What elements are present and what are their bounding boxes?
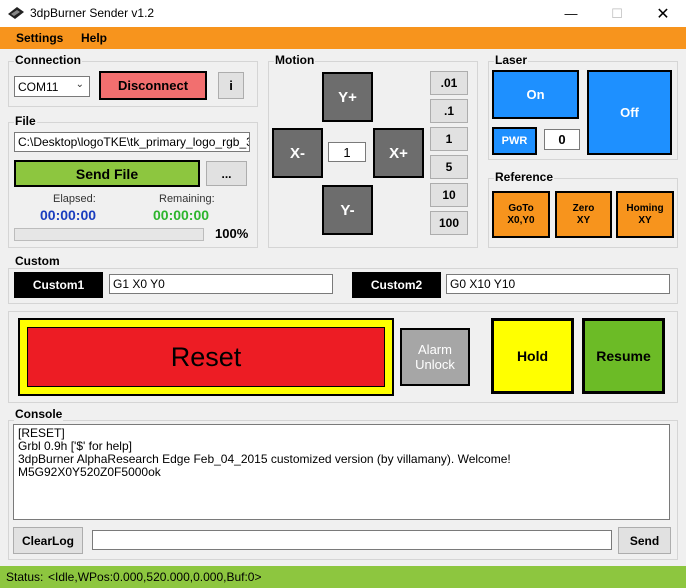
port-value: COM11 — [18, 80, 59, 94]
window-title: 3dpBurner Sender v1.2 — [30, 6, 155, 20]
laser-label: Laser — [494, 53, 529, 67]
elapsed-value: 00:00:00 — [40, 207, 97, 223]
progress-bar — [14, 228, 204, 241]
file-label: File — [14, 114, 37, 128]
send-file-button[interactable]: Send File — [14, 160, 200, 187]
homing-line1: Homing — [626, 202, 664, 214]
laser-on-button[interactable]: On — [492, 70, 579, 119]
send-file-label: Send File — [75, 165, 139, 182]
port-select[interactable]: COM11 ⌄ — [14, 76, 90, 97]
disconnect-label: Disconnect — [117, 78, 189, 93]
hold-label: Hold — [516, 348, 549, 364]
homing-xy-button[interactable]: Homing XY — [616, 191, 674, 238]
menu-help[interactable]: Help — [81, 31, 107, 45]
app-icon — [8, 7, 24, 19]
info-label: i — [229, 78, 233, 93]
console-line: M5G92X0Y520Z0F5000ok — [18, 465, 161, 479]
chevron-down-icon: ⌄ — [75, 79, 84, 90]
hold-button[interactable]: Hold — [491, 318, 574, 394]
laser-off-button[interactable]: Off — [587, 70, 672, 155]
step-label: 1 — [445, 132, 453, 146]
clear-log-button[interactable]: ClearLog — [13, 527, 83, 554]
reference-label: Reference — [494, 170, 555, 184]
browse-label: ... — [221, 166, 232, 181]
step-button-01[interactable]: .1 — [430, 99, 468, 123]
zero-line2: XY — [576, 214, 591, 226]
menu-settings[interactable]: Settings — [16, 31, 63, 45]
resume-label: Resume — [596, 348, 651, 364]
custom1-command-field[interactable]: G1 X0 Y0 — [109, 274, 333, 294]
step-button-5[interactable]: 5 — [430, 155, 468, 179]
connection-label: Connection — [14, 53, 82, 67]
y-minus-label: Y- — [340, 201, 355, 219]
step-label: 10 — [442, 188, 456, 202]
alarm-line1: Alarm — [418, 342, 452, 357]
close-button[interactable]: ✕ — [640, 0, 686, 27]
reset-inner: Reset — [27, 327, 385, 387]
alarm-unlock-button[interactable]: Alarm Unlock — [400, 328, 470, 386]
browse-button[interactable]: ... — [206, 161, 247, 186]
send-command-button[interactable]: Send — [618, 527, 671, 554]
info-button[interactable]: i — [218, 72, 244, 99]
custom2-button[interactable]: Custom2 — [352, 272, 441, 298]
step-label: .01 — [440, 76, 458, 90]
y-plus-label: Y+ — [338, 88, 357, 106]
pwr-button[interactable]: PWR — [492, 127, 537, 155]
jog-y-plus-button[interactable]: Y+ — [322, 72, 373, 122]
alarm-line2: Unlock — [415, 357, 455, 372]
minimize-button[interactable]: — — [548, 0, 594, 27]
custom2-label: Custom2 — [370, 278, 423, 292]
step-button-1[interactable]: 1 — [430, 127, 468, 151]
zero-xy-button[interactable]: Zero XY — [555, 191, 612, 238]
maximize-button[interactable]: ☐ — [594, 0, 640, 27]
custom1-label: Custom1 — [32, 278, 85, 292]
step-label: .1 — [443, 104, 454, 118]
pwr-label: PWR — [501, 135, 528, 147]
console-label: Console — [14, 407, 64, 421]
resume-button[interactable]: Resume — [582, 318, 665, 394]
custom2-command-field[interactable]: G0 X10 Y10 — [446, 274, 670, 294]
reset-label: Reset — [170, 341, 242, 372]
goto-origin-button[interactable]: GoTo X0,Y0 — [492, 191, 550, 238]
status-label: Status: — [6, 570, 44, 584]
reset-button[interactable]: Reset — [18, 318, 394, 396]
clear-log-label: ClearLog — [21, 533, 74, 548]
motion-label: Motion — [274, 53, 316, 67]
laser-off-label: Off — [620, 105, 639, 120]
step-button-10[interactable]: 10 — [430, 183, 468, 207]
step-button-100[interactable]: 100 — [430, 211, 468, 235]
jog-y-minus-button[interactable]: Y- — [322, 185, 373, 235]
step-button-001[interactable]: .01 — [430, 71, 468, 95]
x-minus-label: X- — [290, 144, 305, 162]
step-size-field[interactable]: 1 — [328, 142, 366, 162]
disconnect-button[interactable]: Disconnect — [99, 71, 207, 100]
jog-x-plus-button[interactable]: X+ — [373, 128, 424, 178]
status-bar: Status: <Idle,WPos:0.000,520.000,0.000,B… — [0, 566, 686, 588]
x-plus-label: X+ — [389, 144, 408, 162]
step-label: 5 — [445, 160, 453, 174]
remaining-value: 00:00:00 — [153, 207, 210, 223]
send-command-label: Send — [629, 533, 660, 548]
elapsed-label: Elapsed: — [53, 193, 96, 205]
console-output[interactable]: [RESET] Grbl 0.9h ['$' for help] 3dpBurn… — [13, 424, 670, 520]
progress-text: 100% — [215, 226, 249, 241]
step-label: 100 — [438, 216, 460, 230]
homing-line2: XY — [638, 214, 652, 226]
zero-line1: Zero — [572, 202, 595, 214]
laser-on-label: On — [526, 87, 545, 102]
goto-line2: X0,Y0 — [507, 214, 535, 226]
pwr-value-field[interactable]: 0 — [544, 129, 580, 150]
remaining-label: Remaining: — [159, 193, 215, 205]
custom-label: Custom — [14, 254, 61, 268]
file-path-field[interactable]: C:\Desktop\logoTKE\tk_primary_logo_rgb_3… — [14, 132, 250, 152]
command-input[interactable] — [92, 530, 612, 550]
status-value: <Idle,WPos:0.000,520.000,0.000,Buf:0> — [48, 570, 262, 584]
goto-line1: GoTo — [508, 202, 534, 214]
jog-x-minus-button[interactable]: X- — [272, 128, 323, 178]
custom1-button[interactable]: Custom1 — [14, 272, 103, 298]
